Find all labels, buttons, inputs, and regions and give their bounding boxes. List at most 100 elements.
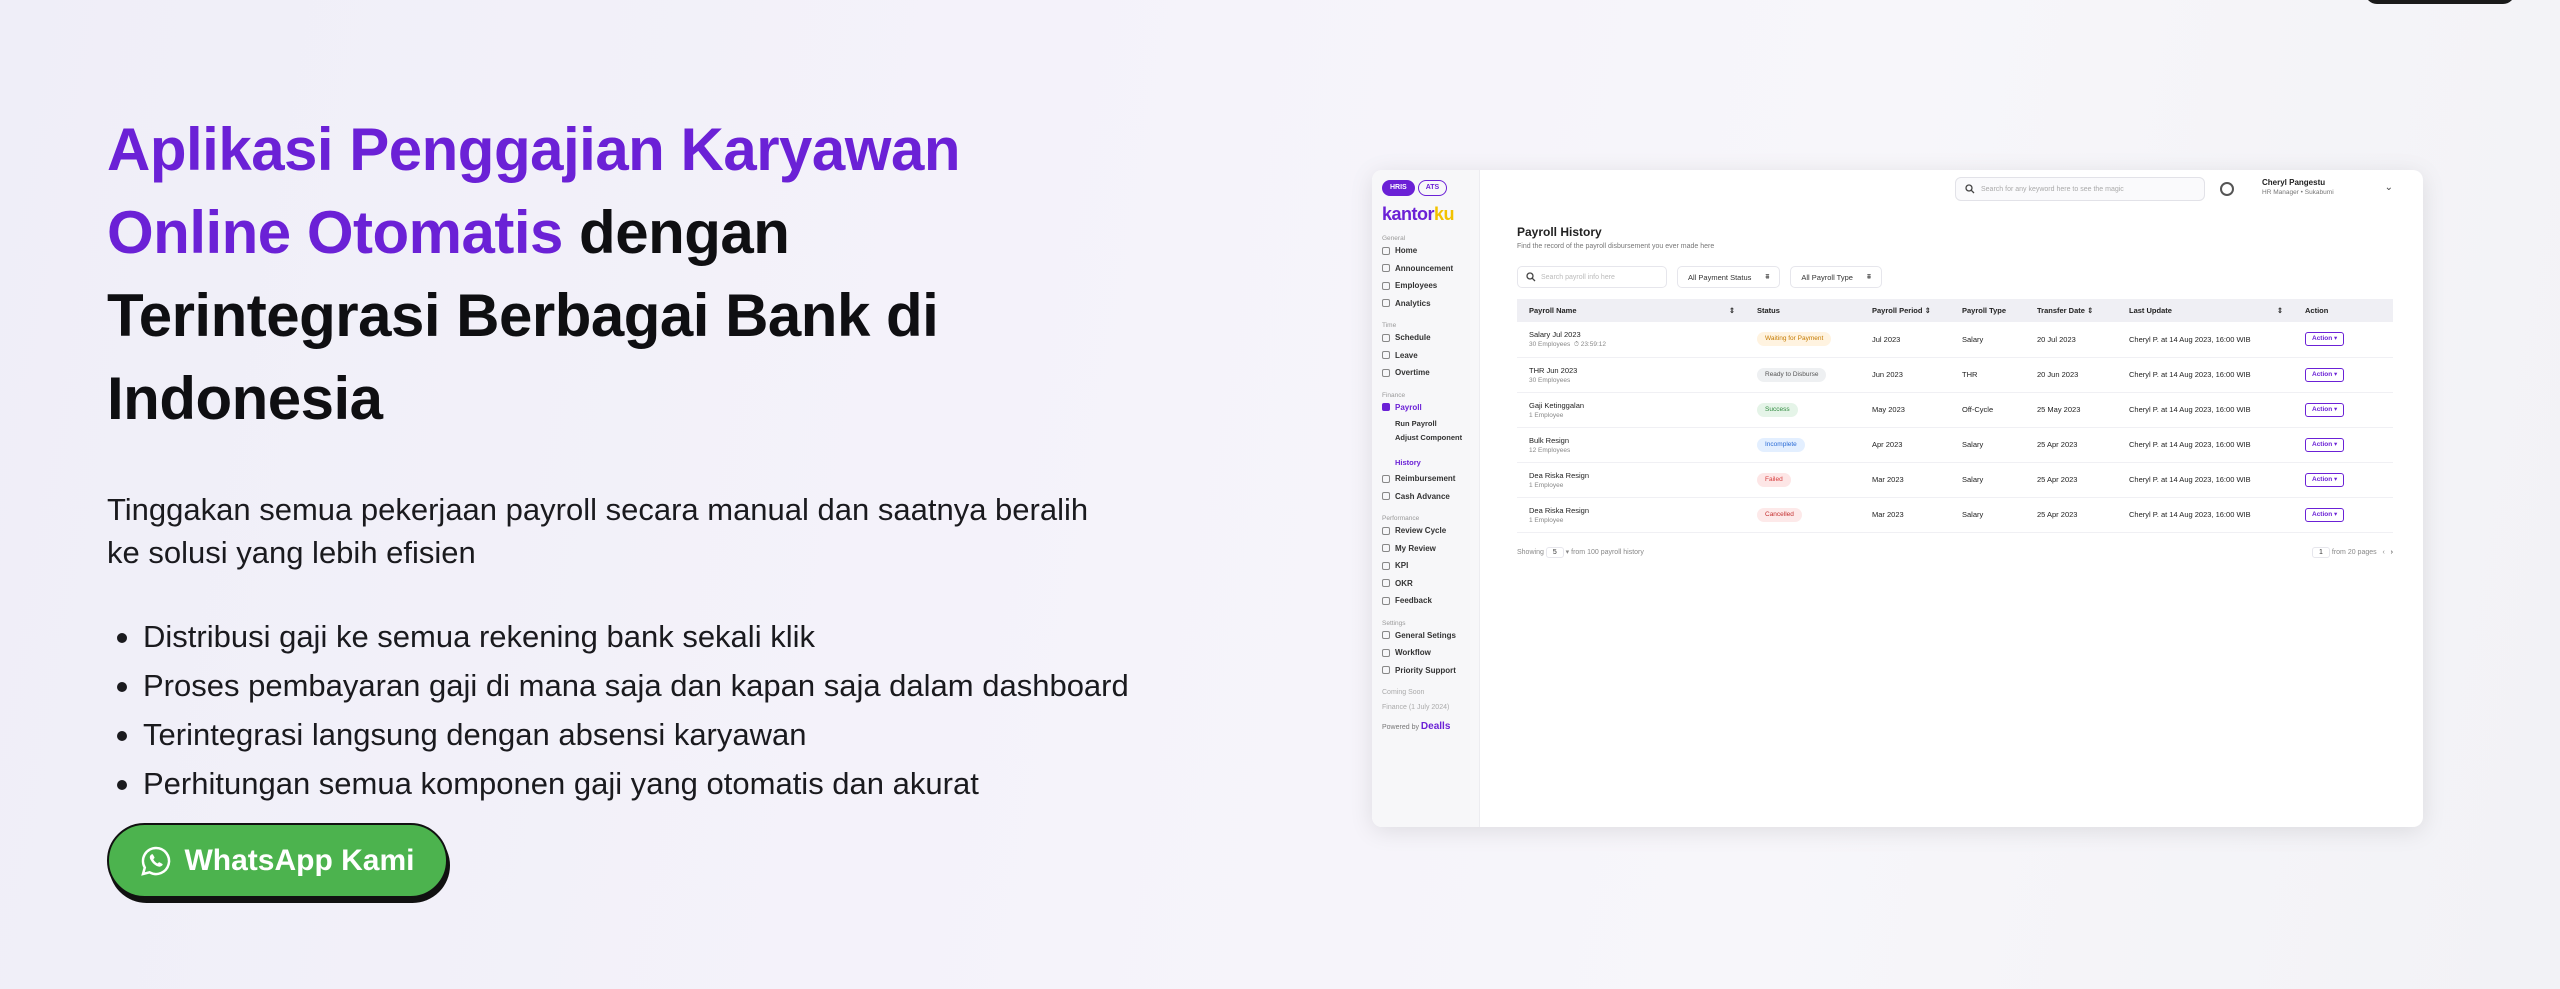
search-placeholder: Search for any keyword here to see the m… [1981,185,2124,193]
payroll-period-cell: May 2023 [1860,392,1950,428]
user-profile[interactable]: Cheryl Pangestu HR Manager • Sukabumi [2262,178,2334,196]
last-update-cell: Cheryl P. at 14 Aug 2023, 16:00 WIB [2117,357,2293,393]
status-cell: Ready to Disburse [1745,357,1860,393]
action-label: Action [2312,370,2333,378]
sidebar-item-priority-support[interactable]: Priority Support [1382,662,1469,680]
column-header[interactable]: Payroll Period ⇕ [1860,299,1950,322]
payroll-name[interactable]: Salary Jul 2023 [1529,330,1581,339]
column-header[interactable]: Transfer Date ⇕ [2025,299,2117,322]
leave-icon [1382,351,1390,360]
logo-suffix: ku [1434,204,1455,224]
sidebar-item-overtime[interactable]: Overtime [1382,364,1469,382]
payroll-period-cell: Apr 2023 [1860,427,1950,463]
sidebar-item-label: Home [1395,246,1418,256]
sidebar-item-label: Leave [1395,350,1418,360]
page-description: Find the record of the payroll disbursem… [1517,243,1715,250]
column-header[interactable]: Last Update ⇕ [2117,299,2293,322]
payroll-type-filter[interactable]: All Payroll Type ⩩ [1790,266,1882,288]
feedback-icon [1382,596,1390,605]
prev-page-icon[interactable]: ‹ [2382,549,2384,556]
sidebar-item-label: Feedback [1395,596,1432,606]
sidebar-subitem-adjust-component[interactable]: Adjust Component [1382,431,1469,455]
page-nav: 1 from 20 pages ‹ › [2312,546,2393,558]
sidebar-item-label: Workflow [1395,648,1431,658]
payroll-name[interactable]: Gaji Ketinggalan [1529,401,1584,410]
review-icon [1382,544,1390,553]
column-header: Action [2293,299,2393,322]
column-header: Status [1745,299,1860,322]
cash-icon [1382,492,1390,501]
mock-sidebar: HRIS ATS kantorku General Home Announcem… [1372,170,1480,827]
sidebar-item-my-review[interactable]: My Review [1382,540,1469,558]
sidebar-item-workflow[interactable]: Workflow [1382,644,1469,662]
transfer-date-cell: 25 Apr 2023 [2025,462,2117,498]
page-size-select[interactable]: 5 [1545,546,1564,558]
sidebar-subitem-history[interactable]: History [1382,455,1469,470]
pager-showing: Showing [1517,548,1544,556]
sidebar-item-employees[interactable]: Employees [1382,277,1469,295]
action-label: Action [2312,475,2333,483]
action-cell: Action ▾ [2293,462,2393,498]
action-dropdown-button[interactable]: Action ▾ [2305,402,2345,417]
gear-icon [1382,631,1390,640]
gear-icon[interactable] [2220,182,2234,196]
payroll-subinfo: 1 Employee [1529,482,1745,489]
sidebar-item-leave[interactable]: Leave [1382,347,1469,365]
hero-section: Aplikasi Penggajian Karyawan Online Otom… [107,108,1207,808]
table-row: Salary Jul 2023 30 Employees ⏱ 23:59:12 Wa… [1517,322,2393,358]
payroll-name[interactable]: Bulk Resign [1529,436,1569,445]
sidebar-item-cash-advance[interactable]: Cash Advance [1382,488,1469,506]
action-dropdown-button[interactable]: Action ▾ [2305,332,2345,347]
sidebar-item-analytics[interactable]: Analytics [1382,295,1469,313]
payroll-subinfo: 1 Employee [1529,412,1745,419]
action-dropdown-button[interactable]: Action ▾ [2305,472,2345,487]
megaphone-icon [1382,264,1390,273]
payroll-period-cell: Jul 2023 [1860,322,1950,358]
next-page-icon[interactable]: › [2391,549,2393,556]
sidebar-item-label: OKR [1395,578,1413,588]
sidebar-item-reimbursement[interactable]: Reimbursement [1382,470,1469,488]
sidebar-item-okr[interactable]: OKR [1382,575,1469,593]
last-update-cell: Cheryl P. at 14 Aug 2023, 16:00 WIB [2117,322,2293,358]
sidebar-item-payroll[interactable]: Payroll [1382,399,1469,417]
sidebar-item-schedule[interactable]: Schedule [1382,329,1469,347]
sidebar-item-home[interactable]: Home [1382,242,1469,260]
toggle-ats[interactable]: ATS [1417,180,1448,196]
sidebar-item-label: Reimbursement [1395,474,1456,484]
whatsapp-button[interactable]: WhatsApp Kami [107,823,448,898]
action-dropdown-button[interactable]: Action ▾ [2305,507,2345,522]
payment-status-filter[interactable]: All Payment Status ⩩ [1677,266,1781,288]
payroll-subinfo: 30 Employees [1529,377,1745,384]
payroll-icon [1382,403,1390,412]
receipt-icon [1382,474,1390,483]
payroll-name[interactable]: THR Jun 2023 [1529,366,1577,375]
sidebar-item-kpi[interactable]: KPI [1382,557,1469,575]
current-page[interactable]: 1 [2312,546,2330,558]
table-row: Dea Riska Resign 1 Employee Failed Mar 2023… [1517,462,2393,498]
payroll-search-input[interactable]: Search payroll info here [1517,266,1667,288]
sidebar-item-feedback[interactable]: Feedback [1382,592,1469,610]
sidebar-item-general-settings[interactable]: General Setings [1382,627,1469,645]
toggle-hris[interactable]: HRIS [1382,180,1415,196]
users-icon [1382,281,1390,290]
sidebar-item-announcement[interactable]: Announcement [1382,260,1469,278]
status-badge: Incomplete [1757,437,1805,452]
action-cell: Action ▾ [2293,357,2393,393]
sort-icon: ⇕ [2276,306,2283,315]
filter-icon: ⩩ [1866,272,1871,281]
global-search-input[interactable]: Search for any keyword here to see the m… [1955,177,2205,201]
sidebar-subitem-run-payroll[interactable]: Run Payroll [1382,416,1469,431]
chevron-down-icon[interactable]: ⌄ [2385,182,2393,193]
employee-count: 1 Employee [1529,481,1564,489]
status-cell: Cancelled [1745,497,1860,533]
top-nav-button[interactable] [2365,0,2515,4]
column-header[interactable]: Payroll Name ⇕ [1517,299,1745,322]
user-role: HR Manager • Sukabumi [2262,189,2334,196]
transfer-date-cell: 25 Apr 2023 [2025,497,2117,533]
action-dropdown-button[interactable]: Action ▾ [2305,367,2345,382]
payroll-name[interactable]: Dea Riska Resign [1529,506,1589,515]
sidebar-item-review-cycle[interactable]: Review Cycle [1382,522,1469,540]
action-dropdown-button[interactable]: Action ▾ [2305,437,2345,452]
payroll-name[interactable]: Dea Riska Resign [1529,471,1589,480]
action-label: Action [2312,440,2333,448]
